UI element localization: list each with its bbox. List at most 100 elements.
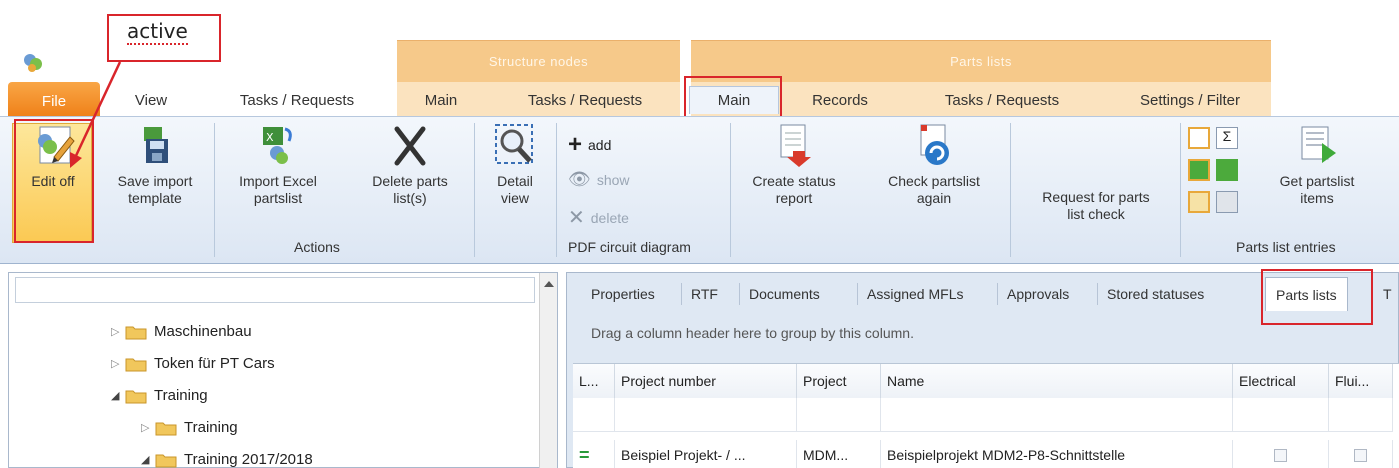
database-icon[interactable] <box>1188 191 1210 213</box>
eye-icon: 👁 <box>568 169 591 189</box>
tab-assigned-mfls[interactable]: Assigned MFLs <box>867 277 963 311</box>
filter-cell[interactable] <box>615 398 797 432</box>
import-excel-partslist-button[interactable]: X Import Excel partslist <box>228 123 328 207</box>
electrical-checkbox[interactable] <box>1274 448 1287 462</box>
folder-icon <box>155 454 177 467</box>
tab-tasks-requests[interactable]: Tasks / Requests <box>212 86 382 114</box>
pdf-show-label: show <box>596 171 630 188</box>
cell-project-number[interactable]: Beispiel Projekt- / ... <box>615 440 797 468</box>
green-cube-icon[interactable] <box>1188 159 1210 181</box>
tab-more[interactable]: T <box>1383 277 1392 311</box>
magnifier-icon <box>492 123 538 169</box>
request-check-label-1: Request for parts <box>1042 189 1150 205</box>
check-refresh-icon <box>911 123 957 169</box>
detail-label-2: view <box>500 190 529 206</box>
tree-item[interactable]: ▷ Training <box>141 419 238 436</box>
col-header-name[interactable]: Name <box>881 364 1233 398</box>
tab-separator <box>997 283 998 305</box>
delete-parts-label-1: Delete parts <box>372 173 448 189</box>
col-header-project-number[interactable]: Project number <box>615 364 797 398</box>
tab-properties[interactable]: Properties <box>591 277 655 311</box>
collapse-icon[interactable]: ◢ <box>111 389 125 402</box>
tree-item-label: Maschinenbau <box>154 323 252 340</box>
pdf-delete-label: delete <box>590 209 629 226</box>
tab-structure-tasks-requests[interactable]: Tasks / Requests <box>502 86 668 114</box>
copy-icon[interactable] <box>1216 191 1238 213</box>
annotation-callout: active <box>107 14 221 62</box>
group-separator <box>1010 123 1011 257</box>
delete-parts-lists-button[interactable]: Delete parts list(s) <box>358 123 462 207</box>
annotation-arrow-icon <box>70 61 122 168</box>
filter-cell[interactable] <box>1329 398 1393 432</box>
tree-item[interactable]: ▷ Token für PT Cars <box>111 355 275 372</box>
tree-item-label: Token für PT Cars <box>154 355 275 372</box>
group-by-hint: Drag a column header here to group by th… <box>591 325 914 341</box>
cell-electrical[interactable] <box>1233 440 1329 468</box>
delete-parts-label-2: list(s) <box>393 190 427 206</box>
collapse-icon[interactable]: ◢ <box>141 453 155 466</box>
delete-small-icon: ✕ <box>568 207 585 229</box>
entries-page-icon[interactable] <box>1188 127 1210 149</box>
pdf-add-button[interactable]: + add <box>568 131 611 159</box>
pdf-delete-button[interactable]: ✕ delete <box>568 205 629 230</box>
sum-icon[interactable]: Σ <box>1216 127 1238 149</box>
filter-cell[interactable] <box>1233 398 1329 432</box>
tab-documents[interactable]: Documents <box>749 277 820 311</box>
green-cubes-icon[interactable] <box>1216 159 1238 181</box>
tree-item-label: Training <box>154 387 208 404</box>
group-separator <box>474 123 475 257</box>
col-header-project[interactable]: Project <box>797 364 881 398</box>
tab-stored-statuses[interactable]: Stored statuses <box>1107 277 1204 311</box>
expand-icon[interactable]: ▷ <box>141 421 155 434</box>
detail-panel: Properties RTF Documents Assigned MFLs A… <box>566 269 1399 468</box>
filter-cell[interactable] <box>573 398 615 432</box>
col-header-l[interactable]: L... <box>573 364 615 398</box>
entries-group-label: Parts list entries <box>1236 239 1336 255</box>
detail-label-1: Detail <box>497 173 533 189</box>
get-items-icon <box>1294 123 1340 169</box>
folder-icon <box>155 422 177 435</box>
highlight-parts-lists-tab <box>1261 269 1373 325</box>
tree-item[interactable]: ◢ Training 2017/2018 <box>141 451 313 468</box>
tree-item[interactable]: ◢ Training <box>111 387 208 404</box>
pdf-show-button[interactable]: 👁 show <box>568 169 630 190</box>
expand-icon[interactable]: ▷ <box>111 325 125 338</box>
filter-cell[interactable] <box>881 398 1233 432</box>
tab-structure-main[interactable]: Main <box>410 86 472 114</box>
tree-item[interactable]: ▷ Maschinenbau <box>111 323 252 340</box>
filter-cell[interactable] <box>797 398 881 432</box>
actions-group-label: Actions <box>294 239 340 255</box>
check-partslist-again-button[interactable]: Check partslist again <box>872 123 996 207</box>
tree-search-input[interactable] <box>15 277 535 303</box>
group-separator <box>730 123 731 257</box>
get-partslist-items-button[interactable]: Get partslist items <box>1262 123 1372 207</box>
delete-x-icon <box>387 123 433 169</box>
col-header-electrical[interactable]: Electrical <box>1233 364 1329 398</box>
request-parts-list-check-button[interactable]: Request for parts list check <box>1020 189 1172 223</box>
cell-name[interactable]: Beispielprojekt MDM2-P8-Schnittstelle <box>881 440 1233 468</box>
excel-import-icon: X <box>255 123 301 169</box>
col-header-fluid[interactable]: Flui... <box>1329 364 1393 398</box>
detail-view-button[interactable]: Detail view <box>484 123 546 207</box>
tab-records[interactable]: Records <box>800 86 880 114</box>
cell-fluid[interactable] <box>1329 440 1393 468</box>
cell-project[interactable]: MDM... <box>797 440 881 468</box>
create-status-report-button[interactable]: Create status report <box>738 123 850 207</box>
folder-icon <box>125 358 147 371</box>
tab-separator <box>681 283 682 305</box>
tab-settings-filter[interactable]: Settings / Filter <box>1120 86 1260 114</box>
folder-icon <box>125 390 147 403</box>
group-separator <box>1180 123 1181 257</box>
scroll-up-icon[interactable] <box>544 281 554 287</box>
expand-icon[interactable]: ▷ <box>111 357 125 370</box>
tab-separator <box>739 283 740 305</box>
group-separator <box>556 123 557 257</box>
tree-scrollbar[interactable] <box>539 273 557 468</box>
tab-approvals[interactable]: Approvals <box>1007 277 1069 311</box>
fluid-checkbox[interactable] <box>1354 448 1367 462</box>
tab-rtf[interactable]: RTF <box>691 277 718 311</box>
tab-separator <box>857 283 858 305</box>
tab-parts-tasks-requests[interactable]: Tasks / Requests <box>917 86 1087 114</box>
import-excel-label-1: Import Excel <box>239 173 317 189</box>
create-status-label-1: Create status <box>752 173 836 189</box>
